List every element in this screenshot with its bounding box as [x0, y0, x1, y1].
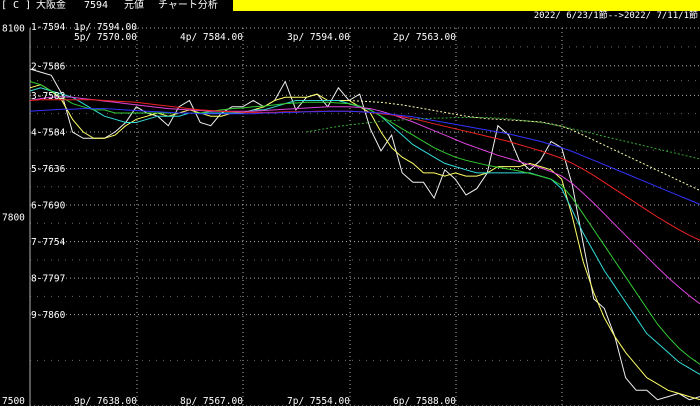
series-line-5 [29, 99, 700, 241]
bottom-annotation: 7p/ 7554.00 [287, 396, 350, 406]
label-group: 8100 7800 7500 1-7594 2-7586 3-7583 4-7584 5-76… [2, 22, 456, 406]
y-inner-label: 7-7754 [31, 237, 66, 248]
top-annotation: 5p/ 7570.00 [74, 32, 137, 43]
y-inner-label: 4-7584 [31, 127, 66, 138]
y-outer-label: 7500 [2, 396, 25, 406]
stock-code: 7594 [84, 0, 109, 11]
top-annotation: 2p/ 7563.00 [393, 32, 456, 43]
top-annotation: 4p/ 7584.00 [180, 32, 243, 43]
y-outer-label: 7800 [2, 213, 25, 224]
series-group [29, 68, 700, 401]
menu-chart-analysis[interactable]: チャート分析 [158, 0, 218, 11]
bottom-annotation: 9p/ 7638.00 [74, 396, 137, 406]
highlight-bar [233, 0, 700, 11]
series-line-3 [29, 81, 700, 365]
grid-lines [29, 27, 700, 406]
y-inner-label: 1-7594 [31, 22, 66, 33]
market-name: 大阪金 [36, 0, 66, 11]
y-inner-label: 5-7636 [31, 164, 66, 175]
y-inner-label: 9-7860 [31, 310, 66, 321]
series-line-4 [29, 96, 700, 305]
bottom-annotation: 8p/ 7567.00 [180, 396, 243, 406]
y-inner-label: 3-7583 [31, 91, 65, 102]
label-tag: [ C ] [1, 0, 32, 11]
y-outer-label: 8100 [2, 24, 25, 35]
chart-plot: 8100 7800 7500 1-7594 2-7586 3-7583 4-7584 5-76… [2, 22, 700, 406]
series-line-2 [29, 87, 700, 375]
date-range: 2022/ 6/23/1節-->2022/ 7/11/1節 [533, 11, 698, 21]
series-line-0 [29, 68, 700, 401]
top-annotation: 3p/ 7594.00 [287, 32, 350, 43]
bottom-annotation: 6p/ 7588.00 [393, 396, 456, 406]
price-type: 元値 [124, 0, 144, 11]
y-inner-label: 8-7797 [31, 274, 65, 285]
title-bar: [ C ] 大阪金 7594 元値 チャート分析 [0, 0, 700, 11]
y-inner-label: 2-7586 [31, 61, 66, 72]
series-line-7 [306, 117, 700, 160]
y-inner-label: 6-7690 [31, 201, 66, 212]
